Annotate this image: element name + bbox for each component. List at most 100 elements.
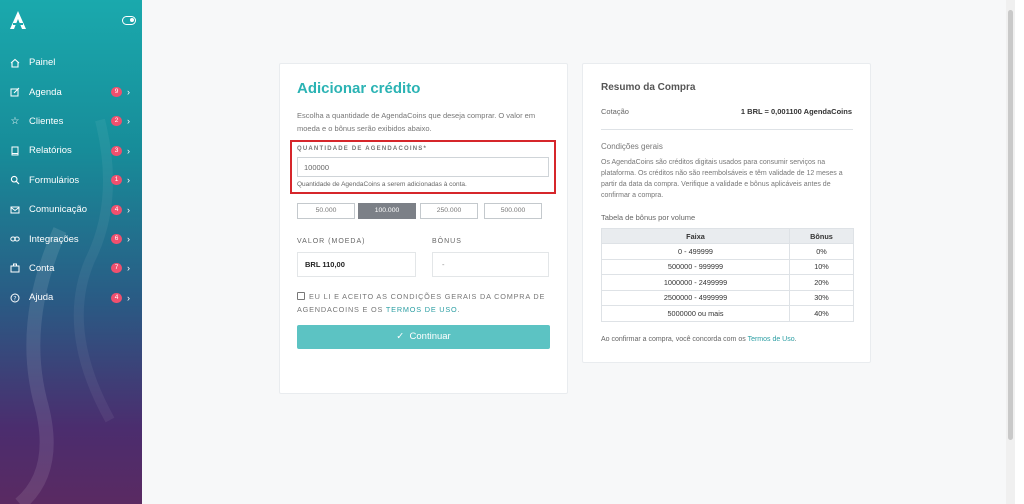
preset-50000-button[interactable]: 50.000 xyxy=(297,203,355,219)
sidebar-item-label: Clientes xyxy=(29,115,64,127)
count-badge: 9 xyxy=(111,87,122,98)
sidebar-item-integracoes[interactable]: Integrações 6 › xyxy=(0,224,142,253)
range-cell: 5000000 ou mais xyxy=(601,305,790,322)
star-icon: ☆ xyxy=(10,115,20,127)
footer-terms-link[interactable]: Termos de Uso xyxy=(748,336,795,343)
intro-text: Escolha a quantidade de AgendaCoins que … xyxy=(297,111,536,133)
count-badge: 1 xyxy=(111,175,122,186)
scrollbar-thumb[interactable] xyxy=(1008,10,1013,440)
page-title: Adicionar crédito xyxy=(297,80,421,97)
divider xyxy=(601,129,853,130)
add-credit-card: Adicionar crédito Escolha a quantidade d… xyxy=(279,63,568,394)
bonus-label: BÔNUS xyxy=(432,238,462,245)
bonus-field: - xyxy=(432,252,549,277)
help-icon: ? xyxy=(10,293,20,303)
bonus-cell: 0% xyxy=(789,243,854,260)
preset-250000-button[interactable]: 250.000 xyxy=(420,203,478,219)
range-cell: 500000 - 999999 xyxy=(601,258,790,275)
agenda-logo-icon[interactable] xyxy=(9,10,27,30)
sidebar-item-painel[interactable]: Painel xyxy=(0,48,142,77)
quantity-input[interactable] xyxy=(297,157,549,177)
chevron-right-icon: › xyxy=(127,87,130,98)
sidebar-item-label: Agenda xyxy=(29,86,62,98)
svg-text:?: ? xyxy=(13,295,16,302)
link-icon xyxy=(10,234,20,244)
table-row: 0 - 499999 0% xyxy=(601,243,854,260)
table-row: 2500000 - 4999999 30% xyxy=(601,289,854,306)
sidebar-item-conta[interactable]: Conta 7 › xyxy=(0,254,142,283)
continue-button[interactable]: ✓ Continuar xyxy=(297,325,550,349)
bonus-table: Faixa Bônus 0 - 499999 0% 500000 - 999999… xyxy=(601,228,854,322)
sidebar-item-agenda[interactable]: Agenda 9 › xyxy=(0,77,142,106)
terms-link[interactable]: TERMOS DE USO xyxy=(386,305,458,314)
bonus-cell: 20% xyxy=(789,274,854,291)
bonus-table-title: Tabela de bônus por volume xyxy=(601,213,696,222)
building-icon xyxy=(10,263,20,273)
sidebar-toggle-icon[interactable] xyxy=(122,16,136,25)
count-badge: 3 xyxy=(111,145,122,156)
bonus-cell: 40% xyxy=(789,305,854,322)
table-header: Bônus xyxy=(789,228,854,244)
sidebar-item-label: Painel xyxy=(29,57,56,69)
chevron-right-icon: › xyxy=(127,204,130,215)
sidebar-nav: Painel Agenda 9 › ☆ Clientes 2 › Relatór… xyxy=(0,48,142,313)
chevron-right-icon: › xyxy=(127,263,130,274)
sidebar-item-clientes[interactable]: ☆ Clientes 2 › xyxy=(0,107,142,136)
chevron-right-icon: › xyxy=(127,145,130,156)
sidebar-item-label: Comunicação xyxy=(29,204,88,216)
terms-checkbox[interactable] xyxy=(297,292,305,300)
count-badge: 7 xyxy=(111,263,122,274)
count-badge: 4 xyxy=(111,204,122,215)
range-cell: 0 - 499999 xyxy=(601,243,790,260)
main-content xyxy=(142,0,1015,504)
table-row: 5000000 ou mais 40% xyxy=(601,305,854,322)
footer-note: Ao confirmar a compra, você concorda com… xyxy=(601,336,797,343)
footer-text: Ao confirmar a compra, você concorda com… xyxy=(601,336,746,343)
quote-value: 1 BRL = 0,001100 AgendaCoins xyxy=(740,107,852,116)
table-row: 500000 - 999999 10% xyxy=(601,258,854,275)
sidebar-item-comunicacao[interactable]: Comunicação 4 › xyxy=(0,195,142,224)
scrollbar[interactable] xyxy=(1006,0,1015,504)
sidebar-item-relatorios[interactable]: Relatórios 3 › xyxy=(0,136,142,165)
sidebar-item-label: Conta xyxy=(29,262,55,274)
purchase-summary-card: Resumo da Compra Cotação 1 BRL = 0,00110… xyxy=(582,63,871,363)
quote-label: Cotação xyxy=(601,107,629,116)
chevron-right-icon: › xyxy=(127,175,130,186)
conditions-text: Os AgendaCoins são créditos digitais usa… xyxy=(601,159,843,199)
search-icon xyxy=(10,175,20,185)
value-field: BRL 110,00 xyxy=(297,252,416,277)
sidebar-item-label: Formulários xyxy=(29,174,80,186)
table-row: 1000000 - 2499999 20% xyxy=(601,274,854,291)
count-badge: 4 xyxy=(111,292,122,303)
chevron-right-icon: › xyxy=(127,292,130,303)
preset-100000-button[interactable]: 100.000 xyxy=(358,203,416,219)
edit-icon xyxy=(10,87,20,97)
value-label: VALOR (MOEDA) xyxy=(297,238,366,245)
sidebar-item-formularios[interactable]: Formulários 1 › xyxy=(0,166,142,195)
check-icon: ✓ xyxy=(396,331,405,342)
conditions-title: Condições gerais xyxy=(601,142,663,151)
table-header: Faixa xyxy=(601,228,790,244)
range-cell: 1000000 - 2499999 xyxy=(601,274,790,291)
footer-end: . xyxy=(794,336,797,343)
terms-end: . xyxy=(457,304,461,314)
quantity-help-text: Quantidade de AgendaCoins a serem adicio… xyxy=(297,181,467,188)
range-cell: 2500000 - 4999999 xyxy=(601,289,790,306)
count-badge: 6 xyxy=(111,234,122,245)
continue-label: Continuar xyxy=(409,331,451,342)
quantity-label: QUANTIDADE DE AGENDACOINS* xyxy=(297,146,427,152)
book-icon xyxy=(10,146,20,156)
chevron-right-icon: › xyxy=(127,234,130,245)
sidebar-item-label: Ajuda xyxy=(29,292,54,304)
count-badge: 2 xyxy=(111,116,122,127)
home-icon xyxy=(10,58,20,68)
chevron-right-icon: › xyxy=(127,116,130,127)
sidebar-item-label: Integrações xyxy=(29,233,79,245)
bonus-cell: 10% xyxy=(789,258,854,275)
sidebar-item-label: Relatórios xyxy=(29,145,72,157)
summary-title: Resumo da Compra xyxy=(601,82,696,93)
sidebar: Painel Agenda 9 › ☆ Clientes 2 › Relatór… xyxy=(0,0,142,504)
mail-icon xyxy=(10,205,20,215)
sidebar-item-ajuda[interactable]: ? Ajuda 4 › xyxy=(0,283,142,312)
preset-500000-button[interactable]: 500.000 xyxy=(484,203,542,219)
